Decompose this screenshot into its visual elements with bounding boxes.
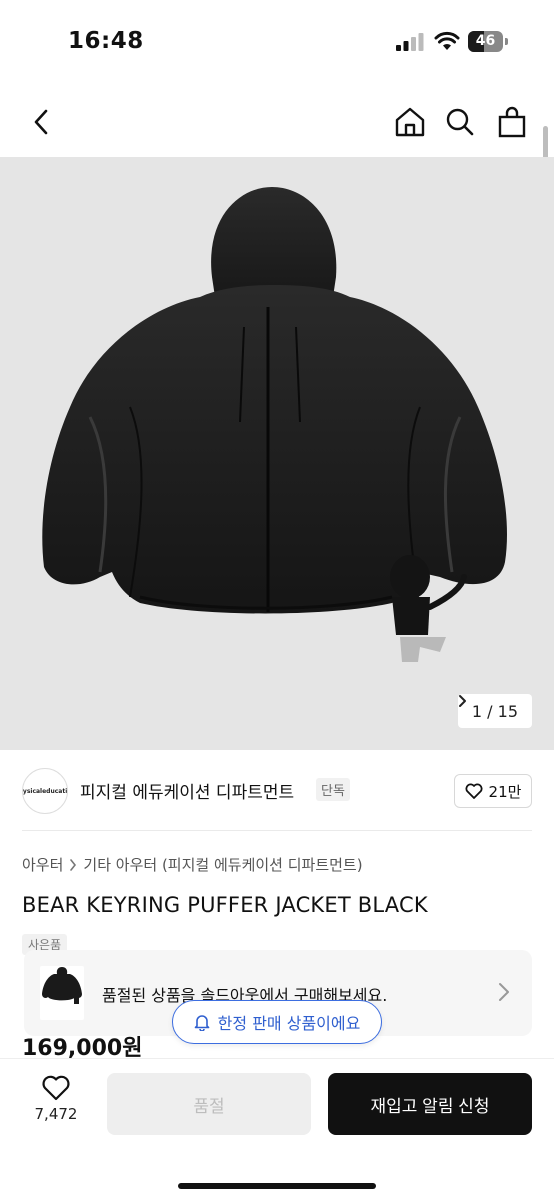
breadcrumb-item-category[interactable]: 기타 아우터 (피지컬 에듀케이션 디파트먼트) [83,854,362,875]
breadcrumb: 아우터 기타 아우터 (피지컬 에듀케이션 디파트먼트) [22,854,363,875]
shopping-bag-icon [498,106,526,138]
bell-icon [194,1015,209,1031]
chevron-right-icon [499,983,509,1001]
back-button[interactable] [24,102,58,142]
top-nav [0,92,554,154]
breadcrumb-item-outer[interactable]: 아우터 [22,854,63,875]
brand-row: physicaleducation 피지컬 에듀케이션 디파트먼트 단독 21만 [22,766,532,818]
battery-icon: 46 [468,31,508,52]
soldout-button: 품절 [107,1073,311,1135]
brand-logo-text: physicaleducation [22,787,68,795]
wifi-icon [434,31,460,50]
limited-sale-pill[interactable]: 한정 판매 상품이에요 [172,1000,382,1044]
home-icon [395,107,425,137]
wishlist-button[interactable]: 7,472 [28,1075,84,1139]
product-title: BEAR KEYRING PUFFER JACKET BLACK [22,893,428,917]
brand-like-count: 21만 [488,782,522,801]
status-time: 16:48 [68,28,144,54]
bottom-action-bar: 7,472 품절 재입고 알림 신청 [0,1058,554,1200]
battery-level: 46 [475,33,496,49]
home-indicator [178,1183,376,1189]
heart-icon [42,1075,70,1101]
restock-alert-button[interactable]: 재입고 알림 신청 [328,1073,532,1135]
chevron-left-icon [34,109,48,135]
cart-button[interactable] [494,102,530,142]
status-bar: 16:48 46 [0,0,554,82]
brand-logo[interactable]: physicaleducation [22,768,68,814]
soldout-thumbnail [40,966,84,1020]
exclusive-badge: 단독 [316,778,350,801]
heart-icon [465,783,483,799]
wishlist-count: 7,472 [34,1105,78,1123]
brand-name-link[interactable]: 피지컬 에듀케이션 디파트먼트 [80,778,294,803]
chevron-right-icon [458,695,466,707]
product-image-gallery[interactable]: 1 / 15 [0,157,554,750]
home-button[interactable] [392,102,428,142]
cellular-signal-icon [396,33,424,51]
chevron-right-icon [70,858,77,871]
divider [22,830,532,831]
image-counter: 1 / 15 [471,701,518,721]
puffer-jacket-image [42,187,507,662]
limited-sale-text: 한정 판매 상품이에요 [217,1014,361,1033]
search-icon [446,108,474,136]
brand-like-button[interactable]: 21만 [454,774,532,808]
image-counter-button[interactable]: 1 / 15 [457,694,532,728]
search-button[interactable] [442,102,478,142]
